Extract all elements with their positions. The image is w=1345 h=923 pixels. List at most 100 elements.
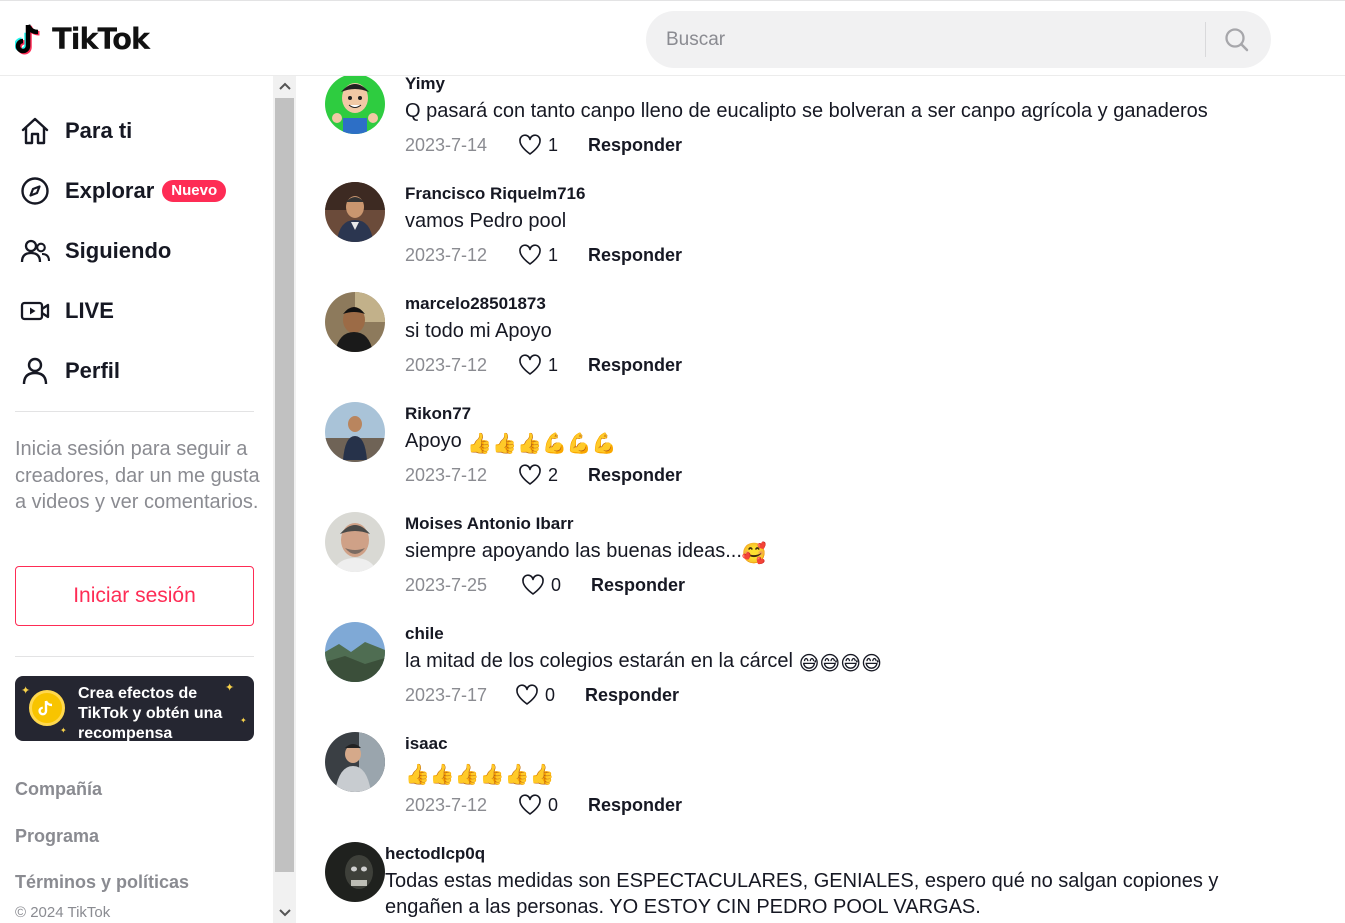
comment-item: marcelo28501873 si todo mi Apoyo 2023-7-… [325,292,1335,392]
avatar[interactable] [325,182,385,242]
comment-username[interactable]: Yimy [405,74,445,94]
like-button[interactable]: 0 [518,794,588,816]
reply-button[interactable]: Responder [588,465,682,486]
nav-label: Perfil [65,358,121,383]
reply-button[interactable]: Responder [588,245,682,266]
heart-icon [522,574,544,595]
copyright: © 2024 TikTok [15,904,111,921]
like-count: 0 [545,684,556,705]
nav-item-explorar[interactable]: Explorar Nuevo [18,169,227,213]
scroll-up-arrow[interactable] [273,76,296,96]
emoji-sequence: 👍👍👍💪💪💪 [467,433,617,455]
avatar[interactable] [325,732,385,792]
comment-item: Rikon77 Apoyo 👍👍👍💪💪💪 2023-7-12 2 Respond… [325,402,1335,502]
comment-date: 2023-7-12 [405,794,488,815]
comment-date: 2023-7-25 [405,574,488,595]
like-button[interactable]: 1 [518,244,588,266]
chevron-down-icon [278,909,291,917]
comment-text: Todas estas medidas son ESPECTACULARES, … [385,870,1219,918]
comment-meta: 2023-7-25 0 Responder [405,572,685,598]
sidebar-divider [15,411,254,412]
effects-promo-banner[interactable]: ✦ ✦ ✦ ✦ Crea efectos de TikTok y obtén u… [15,676,254,741]
comment-meta: 2023-7-14 1 Responder [405,132,682,158]
comment-text: 👍👍👍👍👍👍 [405,759,1275,788]
sidebar: Para ti Explorar Nuevo Siguiendo LIVE Pe… [0,76,273,923]
chevron-up-icon [278,82,291,90]
comment-text: vamos Pedro pool [405,210,567,232]
login-button[interactable]: Iniciar sesión [15,566,254,626]
footer-link-programa[interactable]: Programa [15,826,99,847]
sparkle-icon: ✦ [60,726,67,735]
sparkle-icon: ✦ [21,685,31,697]
comment-username[interactable]: Rikon77 [405,404,471,424]
emoji-sequence: 😅😅😅😅 [798,653,882,675]
reply-button[interactable]: Responder [588,355,682,376]
heart-icon [519,794,541,815]
avatar[interactable] [325,402,385,462]
scroll-thumb[interactable] [275,98,294,872]
search-input[interactable] [666,11,1186,68]
comment-item: Francisco Riquelm716 vamos Pedro pool 20… [325,182,1335,282]
like-button[interactable]: 2 [518,464,588,486]
reply-button[interactable]: Responder [588,135,682,156]
like-button[interactable]: 0 [521,574,591,596]
reply-button[interactable]: Responder [588,795,682,816]
nav-item-siguiendo[interactable]: Siguiendo [18,229,171,273]
compass-icon [18,174,52,208]
comment-meta: 2023-7-12 1 Responder [405,242,682,268]
comment-meta: 2023-7-12 1 Responder [405,352,682,378]
comment-item: Moises Antonio Ibarr siempre apoyando la… [325,512,1335,612]
nav-label: LIVE [65,298,114,323]
comment-text: si todo mi Apoyo [405,320,552,342]
comment-date: 2023-7-12 [405,244,488,265]
avatar[interactable] [325,74,385,134]
comment-username[interactable]: marcelo28501873 [405,294,546,314]
footer-link-terminos[interactable]: Términos y políticas [15,872,189,893]
sidebar-scrollbar[interactable] [273,76,296,923]
comment-username[interactable]: isaac [405,734,448,754]
comment-username[interactable]: Moises Antonio Ibarr [405,514,573,534]
nav-item-perfil[interactable]: Perfil [18,349,120,393]
heart-icon [519,244,541,265]
like-button[interactable]: 0 [515,684,585,706]
comment-username[interactable]: hectodlcp0q [385,844,485,864]
comment-meta: 2023-7-17 0 Responder [405,682,679,708]
heart-icon [519,464,541,485]
sidebar-divider [15,656,254,657]
users-icon [18,234,52,268]
search-button[interactable] [1212,19,1262,60]
person-icon [18,354,52,388]
search-bar [646,11,1271,68]
avatar[interactable] [325,842,385,902]
comment-date: 2023-7-12 [405,354,488,375]
comment-username[interactable]: Francisco Riquelm716 [405,184,585,204]
comment-date: 2023-7-14 [405,134,488,155]
footer-link-compania[interactable]: Compañía [15,779,102,800]
like-count: 0 [548,794,559,815]
comment-text: Apoyo 👍👍👍💪💪💪 [405,430,617,455]
avatar[interactable] [325,512,385,572]
comment-item: isaac 👍👍👍👍👍👍 2023-7-12 0 Responder [325,732,1335,832]
tiktok-note-icon [14,22,47,56]
like-count: 2 [548,464,559,485]
comment-item: hectodlcp0q Todas estas medidas son ESPE… [325,842,1335,923]
nav-label: Siguiendo [65,238,172,263]
reply-button[interactable]: Responder [585,685,679,706]
like-button[interactable]: 1 [518,134,588,156]
nav-item-para-ti[interactable]: Para ti [18,109,132,153]
reply-button[interactable]: Responder [591,575,685,596]
heart-icon [519,354,541,375]
avatar[interactable] [325,622,385,682]
like-button[interactable]: 1 [518,354,588,376]
login-hint: Inicia sesión para seguir a creadores, d… [15,438,260,513]
tiktok-logo[interactable]: TikTok [14,20,150,58]
comment-item: chile la mitad de los colegios estarán e… [325,622,1335,722]
comment-item: Yimy Q pasará con tanto canpo lleno de e… [325,74,1335,174]
comment-username[interactable]: chile [405,624,444,644]
like-count: 1 [548,354,559,375]
avatar[interactable] [325,292,385,352]
coin-icon [29,690,65,726]
nav-item-live[interactable]: LIVE [18,289,114,333]
scroll-down-arrow[interactable] [273,903,296,923]
top-bar: TikTok [0,0,1345,76]
